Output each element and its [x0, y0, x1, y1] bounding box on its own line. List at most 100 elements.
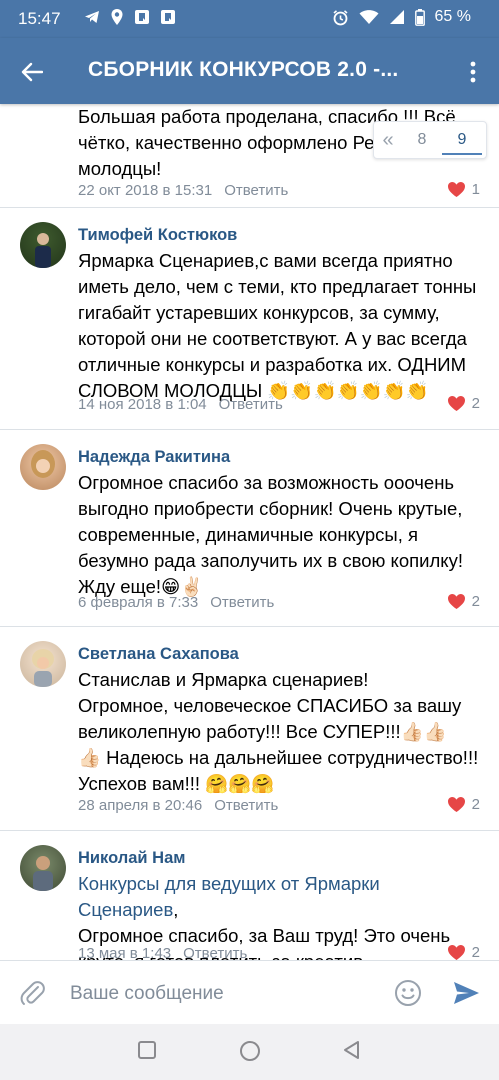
attach-button[interactable] — [20, 979, 46, 1012]
comment-date: 28 апреля в 20:46 — [78, 797, 203, 814]
comment-date: 13 мая в 1:43 — [78, 945, 172, 960]
comment-meta: 13 мая в 1:43 Ответить — [78, 945, 247, 960]
comment-author[interactable]: Светлана Сахапова — [78, 645, 239, 664]
comment-meta: 6 февраля в 7:33 Ответить — [78, 594, 274, 611]
avatar[interactable] — [20, 444, 66, 490]
message-composer: Ваше сообщение — [0, 960, 499, 1024]
comment-line: отличные конкурсы и разработка их. ОДНИМ — [78, 354, 467, 375]
reply-button[interactable]: Ответить — [210, 594, 274, 611]
like-button[interactable]: 1 — [447, 181, 480, 198]
comment-date: 14 ноя 2018 в 1:04 — [78, 396, 207, 413]
comment-line: 👍🏻 Надеюсь на дальнейшее сотрудничество!… — [78, 747, 479, 768]
nav-square-icon — [138, 1041, 156, 1059]
reply-button[interactable]: Ответить — [224, 182, 288, 199]
like-button[interactable]: 2 — [447, 796, 480, 813]
comment-author[interactable]: Надежда Ракитина — [78, 448, 230, 467]
comment-line: безумно рада заполучить их в свою копилк… — [78, 550, 463, 571]
status-bar: 15:47 65 % — [0, 0, 499, 38]
reply-button[interactable]: Ответить — [219, 396, 283, 413]
comments-feed[interactable]: Большая работа проделана, спасибо !!! Вс… — [0, 104, 499, 960]
community-link[interactable]: Конкурсы для ведущих от Ярмарки Сценарие… — [78, 873, 380, 920]
comment-line: Огромное спасибо за возможность ооочень — [78, 472, 455, 493]
more-vert-icon — [470, 61, 476, 83]
comment-meta: 14 ноя 2018 в 1:04 Ответить — [78, 396, 283, 413]
comment-meta: 28 апреля в 20:46 Ответить — [78, 797, 278, 814]
comment-text: Огромное спасибо за возможность ооочень … — [78, 470, 483, 600]
heart-icon — [447, 796, 465, 813]
comment-line: Ярмарка Сценариев,с вами всегда приятно — [78, 250, 453, 271]
reply-button[interactable]: Ответить — [214, 797, 278, 814]
home-button[interactable] — [239, 1040, 261, 1067]
status-system-icons: 65 % — [332, 8, 471, 26]
comment-line: иметь дело, чем с теми, кто предлагает т… — [78, 276, 477, 297]
battery-percent: 65 % — [434, 8, 471, 25]
battery-icon — [414, 8, 425, 26]
app-notification-icon — [135, 10, 149, 24]
avatar-image — [33, 856, 53, 891]
comment-line: великолепную работу!!! Все СУПЕР!!!👍🏻👍🏻 — [78, 721, 447, 742]
heart-icon — [447, 593, 465, 610]
comment-meta: 22 окт 2018 в 15:31 Ответить — [78, 182, 288, 199]
pager-page-9[interactable]: 9 — [442, 131, 482, 155]
page-title: СБОРНИК КОНКУРСОВ 2.0 -... — [88, 58, 399, 81]
system-back-button[interactable] — [342, 1040, 362, 1065]
comment-line: современные, динамичные конкурсы, я — [78, 524, 419, 545]
like-count: 2 — [471, 796, 480, 813]
comment-item: Тимофей Костюков Ярмарка Сценариев,с вам… — [0, 208, 499, 429]
emoji-button[interactable] — [394, 979, 422, 1012]
pager-page-8[interactable]: 8 — [402, 131, 442, 149]
more-options-button[interactable] — [461, 56, 485, 88]
heart-icon — [447, 181, 465, 198]
alarm-icon — [333, 9, 348, 25]
wifi-icon — [359, 10, 379, 24]
signal-icon — [389, 10, 404, 24]
back-button[interactable] — [16, 56, 48, 88]
comment-line: которой они не соответствуют. А у вас вс… — [78, 328, 467, 349]
pagination: « 8 9 — [373, 121, 487, 159]
like-button[interactable]: 2 — [447, 944, 480, 960]
comment-item: Николай Нам Конкурсы для ведущих от Ярма… — [0, 831, 499, 960]
comment-date: 22 окт 2018 в 15:31 — [78, 182, 213, 199]
comment-line: Конкурсы для ведущих от Ярмарки Сценарие… — [78, 871, 483, 923]
avatar[interactable] — [20, 845, 66, 891]
comment-line: молодцы! — [78, 158, 162, 179]
status-time: 15:47 — [18, 9, 61, 28]
comment-text: Станислав и Ярмарка сценариев! Огромное,… — [78, 667, 483, 797]
avatar[interactable] — [20, 222, 66, 268]
reply-button[interactable]: Ответить — [183, 945, 247, 960]
comment-item: Светлана Сахапова Станислав и Ярмарка сц… — [0, 627, 499, 830]
comment-date: 6 февраля в 7:33 — [78, 594, 199, 611]
like-count: 2 — [471, 593, 480, 610]
smile-icon — [395, 980, 421, 1006]
comment-line: выгодно приобрести сборник! Очень крутые… — [78, 498, 463, 519]
like-count: 1 — [471, 181, 480, 198]
heart-icon — [447, 944, 465, 960]
like-button[interactable]: 2 — [447, 593, 480, 610]
recents-button[interactable] — [137, 1040, 157, 1065]
avatar-image — [31, 450, 55, 478]
location-icon — [111, 9, 123, 25]
comment-line: Успехов вам!!! 🤗🤗🤗 — [78, 773, 275, 794]
like-count: 2 — [471, 395, 480, 412]
system-nav-bar — [0, 1024, 499, 1080]
comment-author[interactable]: Тимофей Костюков — [78, 226, 237, 245]
back-arrow-icon — [21, 62, 43, 82]
heart-icon — [447, 395, 465, 412]
nav-back-icon — [344, 1041, 359, 1059]
pager-prev-button[interactable]: « — [374, 129, 402, 152]
telegram-icon — [85, 11, 99, 23]
comment-text: Ярмарка Сценариев,с вами всегда приятно … — [78, 248, 483, 404]
send-button[interactable] — [452, 979, 480, 1012]
like-button[interactable]: 2 — [447, 395, 480, 412]
avatar-image — [35, 233, 51, 268]
nav-circle-icon — [240, 1041, 260, 1061]
comment-author[interactable]: Николай Нам — [78, 849, 185, 868]
avatar-image — [32, 649, 54, 687]
comment-line: Огромное, человеческое СПАСИБО за вашу — [78, 695, 462, 716]
comment-line: гигабайт устаревших конкурсов, за сумму, — [78, 302, 440, 323]
message-input[interactable]: Ваше сообщение — [70, 983, 224, 1005]
status-notification-icons — [84, 8, 176, 26]
app-notification-icon-2 — [161, 10, 175, 24]
comment-line: Станислав и Ярмарка сценариев! — [78, 669, 369, 690]
avatar[interactable] — [20, 641, 66, 687]
